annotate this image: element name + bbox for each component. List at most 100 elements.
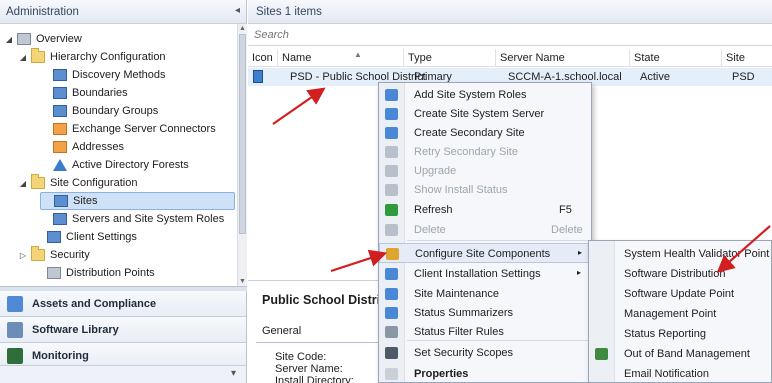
menu-item-label: Create Secondary Site (414, 127, 525, 139)
assets-icon (7, 295, 23, 312)
overview-icon (17, 33, 31, 45)
menu-item-status-filter-rules[interactable]: Status Filter Rules (379, 322, 591, 342)
tree-item-addresses[interactable]: Addresses (40, 138, 124, 156)
client-settings-icon (47, 231, 61, 243)
install-status-icon (385, 184, 398, 196)
submenu-arrow-icon: ▸ (578, 248, 583, 257)
tree-item-label: Sites (73, 195, 98, 207)
submenu-item-label: Status Reporting (624, 328, 706, 340)
tree-item-overview[interactable]: ◢ Overview (4, 30, 82, 48)
tree-item-exchange-server-connectors[interactable]: Exchange Server Connectors (40, 120, 216, 138)
tree-item-label: Servers and Site System Roles (72, 213, 225, 225)
boundaries-icon (53, 87, 67, 99)
menu-item-label: Set Security Scopes (414, 347, 514, 359)
sites-icon (54, 195, 68, 207)
menu-item-create-site-system-server[interactable]: Create Site System Server (379, 104, 591, 124)
tree-item-distribution-points[interactable]: Distribution Points (34, 264, 155, 282)
tree-scrollbar[interactable]: ▲ ▼ (237, 24, 247, 286)
menu-item-client-installation-settings[interactable]: Client Installation Settings ▸ (379, 264, 591, 284)
column-header-server-name[interactable]: Server Name (496, 49, 630, 67)
search-input[interactable] (254, 27, 764, 43)
delete-icon (385, 224, 398, 236)
menu-item-refresh[interactable]: Refresh F5 (379, 200, 591, 220)
tree-item-security[interactable]: ▷ Security (18, 246, 90, 264)
menu-item-show-install-status[interactable]: Show Install Status (379, 180, 591, 200)
submenu-item-management-point[interactable]: Management Point (589, 304, 771, 324)
navigation-header: Administration ◂ (0, 0, 246, 24)
workspace-assets-and-compliance[interactable]: Assets and Compliance (0, 291, 246, 317)
details-title: Public School District (262, 293, 392, 307)
tree-item-label: Boundaries (72, 87, 128, 99)
menu-item-properties[interactable]: Properties (379, 364, 591, 383)
workspace-label: Assets and Compliance (32, 297, 157, 310)
summarizers-icon (385, 307, 398, 319)
details-tab-general[interactable]: General (262, 325, 301, 337)
column-header-state[interactable]: State (630, 49, 722, 67)
console-window: Administration ◂ ◢ Overview ◢ Hierarchy Con… (0, 0, 772, 383)
menu-item-label: Status Summarizers (414, 307, 514, 319)
menu-item-retry-secondary-site[interactable]: Retry Secondary Site (379, 142, 591, 162)
tree-item-hierarchy-configuration[interactable]: ◢ Hierarchy Configuration (18, 48, 166, 66)
submenu-item-software-update-point[interactable]: Software Update Point (589, 284, 771, 304)
submenu-item-label: Out of Band Management (624, 348, 750, 360)
security-scopes-icon (385, 347, 398, 359)
scroll-up-icon[interactable]: ▲ (239, 25, 246, 32)
create-server-icon (385, 108, 398, 120)
tree-item-site-configuration[interactable]: ◢ Site Configuration (18, 174, 137, 192)
tree-item-label: Exchange Server Connectors (72, 123, 216, 135)
column-header-site-code[interactable]: Site Code (722, 49, 772, 82)
expander-icon[interactable]: ◢ (18, 53, 28, 62)
menu-item-upgrade[interactable]: Upgrade (379, 161, 591, 181)
properties-icon (385, 368, 398, 380)
tree-item-label: Discovery Methods (72, 69, 166, 81)
refresh-icon (385, 204, 398, 216)
tree-item-label: Security (50, 249, 90, 261)
menu-item-add-site-system-roles[interactable]: Add Site System Roles (379, 85, 591, 105)
tree-item-client-settings[interactable]: Client Settings (34, 228, 137, 246)
menu-item-set-security-scopes[interactable]: Set Security Scopes (379, 343, 591, 363)
menu-item-label: Show Install Status (414, 184, 508, 196)
tree-item-discovery-methods[interactable]: Discovery Methods (40, 66, 166, 84)
column-header-type[interactable]: Type (404, 49, 496, 67)
submenu-item-status-reporting[interactable]: Status Reporting (589, 324, 771, 344)
submenu-item-email-notification[interactable]: Email Notification (589, 364, 771, 383)
submenu-item-out-of-band-management[interactable]: Out of Band Management (589, 344, 771, 364)
secondary-site-icon (385, 127, 398, 139)
tree-item-boundaries[interactable]: Boundaries (40, 84, 128, 102)
folder-icon (31, 174, 45, 189)
tree-item-servers-and-site-system-roles[interactable]: Servers and Site System Roles (40, 210, 224, 228)
configure-site-components-submenu: System Health Validator Point Software Di… (588, 240, 772, 383)
server-name-label: Server Name: (275, 363, 343, 375)
site-code-label: Site Code: (275, 351, 327, 363)
menu-item-site-maintenance[interactable]: Site Maintenance (379, 284, 591, 304)
tree-item-boundary-groups[interactable]: Boundary Groups (40, 102, 158, 120)
column-header-name[interactable]: Name ▲ (278, 49, 404, 67)
search-bar (248, 24, 772, 46)
column-header-icon[interactable]: Icon (248, 49, 278, 67)
expander-icon[interactable]: ▷ (18, 251, 28, 260)
expander-icon[interactable]: ◢ (18, 179, 28, 188)
tree-item-sites[interactable]: Sites (40, 192, 235, 210)
context-menu: Add Site System Roles Create Site System … (378, 82, 592, 383)
details-divider (256, 342, 386, 343)
tree-item-label: Addresses (72, 141, 124, 153)
submenu-item-system-health-validator-point[interactable]: System Health Validator Point (589, 244, 771, 264)
submenu-item-software-distribution[interactable]: Software Distribution (589, 264, 771, 284)
workspace-software-library[interactable]: Software Library (0, 317, 246, 343)
scroll-thumb[interactable] (239, 34, 246, 234)
exchange-icon (53, 123, 67, 135)
submenu-item-label: Software Update Point (624, 288, 735, 300)
menu-item-delete[interactable]: Delete Delete (379, 220, 591, 240)
submenu-item-label: Software Distribution (624, 268, 726, 280)
expander-icon[interactable]: ◢ (4, 35, 14, 44)
tree-item-active-directory-forests[interactable]: Active Directory Forests (40, 156, 189, 174)
menu-item-status-summarizers[interactable]: Status Summarizers (379, 303, 591, 323)
tree-item-label: Overview (36, 33, 82, 45)
more-workspaces-icon[interactable]: ▾ (231, 368, 236, 379)
addresses-icon (53, 141, 67, 153)
menu-item-create-secondary-site[interactable]: Create Secondary Site (379, 123, 591, 143)
collapse-nav-icon[interactable]: ◂ (235, 5, 240, 16)
boundary-groups-icon (53, 105, 67, 117)
scroll-down-icon[interactable]: ▼ (239, 278, 246, 285)
menu-item-configure-site-components[interactable]: Configure Site Components ▸ (379, 243, 591, 263)
